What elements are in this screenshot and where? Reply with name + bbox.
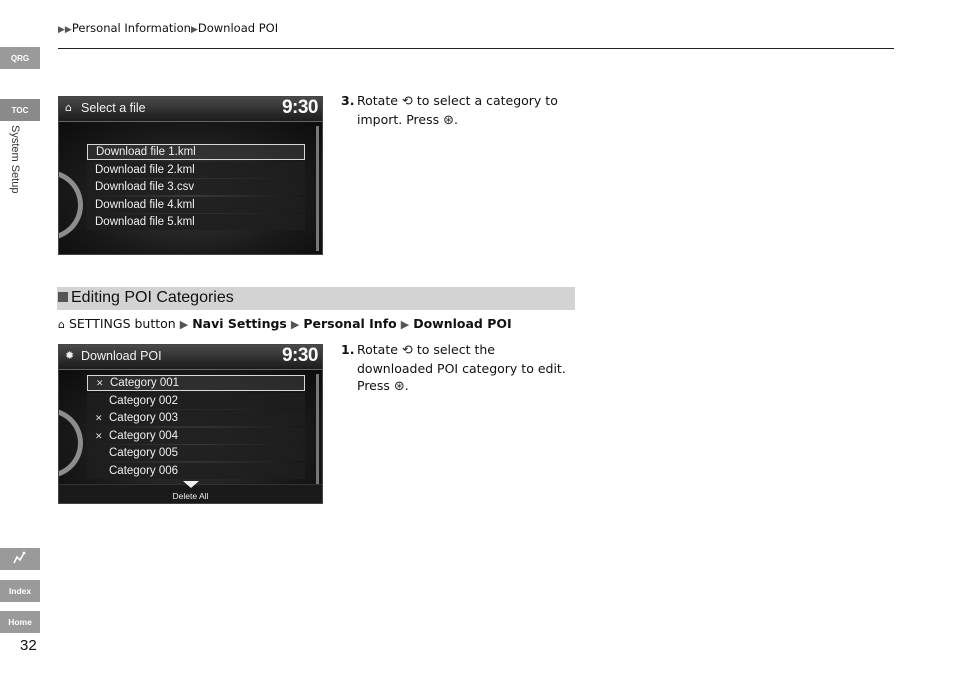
rotary-knob-graphic [59, 408, 83, 478]
screen-title-bar: ⌂ Select a file 9:30 [59, 97, 322, 122]
category-list-item: Category 006 [87, 463, 305, 479]
screen-clock: 9:30 [281, 345, 319, 366]
voice-command-button[interactable] [0, 548, 40, 570]
category-list-item: ✕ Category 004 [87, 428, 305, 444]
file-list-item: Download file 3.csv [87, 179, 305, 195]
step-text: Rotate ⟲ to select a category to import.… [357, 93, 558, 128]
menu-path: ⌂ SETTINGS button ▶ Navi Settings ▶ Personal… [58, 316, 512, 331]
download-poi-screenshot: ✹ Download POI 9:30 ✕ Category 001 Catego… [58, 344, 323, 504]
breadcrumb-item-download-poi[interactable]: Download POI [198, 21, 278, 35]
toc-tab[interactable]: TOC [0, 99, 40, 121]
path-arrow-icon: ▶ [400, 318, 410, 331]
header-divider [58, 48, 894, 49]
breadcrumb-arrow-icon: ▶ [190, 25, 198, 35]
category-list-item: ✕ Category 001 [87, 375, 305, 391]
section-label: System Setup [9, 125, 21, 194]
step-number: 3. [341, 93, 355, 108]
file-list-item: Download file 2.kml [87, 162, 305, 178]
voice-command-icon [12, 551, 28, 567]
screen-title: Download POI [81, 349, 162, 363]
press-knob-icon: ⊛ [393, 379, 405, 394]
check-icon: ✕ [96, 378, 104, 388]
path-arrow-icon: ▶ [290, 318, 300, 331]
press-knob-icon: ⊛ [443, 112, 455, 128]
check-icon: ✕ [95, 413, 103, 423]
select-file-screenshot: ⌂ Select a file 9:30 Download file 1.kml… [58, 96, 323, 255]
settings-button-icon: ⌂ [58, 318, 65, 331]
step-3: 3. Rotate ⟲ to select a category to impo… [341, 92, 581, 132]
screen-title-bar: ✹ Download POI 9:30 [59, 345, 322, 370]
category-list-item: Category 002 [87, 393, 305, 409]
breadcrumb-item-personal-information[interactable]: Personal Information [72, 21, 191, 35]
screen-footer: Delete All [59, 481, 322, 503]
index-tab[interactable]: Index [0, 580, 40, 602]
rotate-knob-icon: ⟲ [401, 94, 413, 109]
section-heading: Editing POI Categories [57, 287, 575, 310]
rotate-knob-icon: ⟲ [401, 343, 413, 358]
breadcrumb: ▶▶Personal Information▶Download POI [58, 21, 278, 35]
step-1: 1. Rotate ⟲ to select the downloaded POI… [341, 341, 581, 397]
scrollbar-edge [316, 126, 319, 251]
qrg-tab[interactable]: QRG [0, 47, 40, 69]
home-icon: ⌂ [65, 101, 72, 114]
path-arrow-icon: ▶ [179, 318, 189, 331]
gear-icon: ✹ [65, 349, 75, 362]
section-marker-icon [58, 292, 68, 302]
home-tab[interactable]: Home [0, 611, 40, 633]
file-list-item: Download file 1.kml [87, 144, 305, 160]
step-number: 1. [341, 342, 355, 357]
check-icon: ✕ [95, 431, 103, 441]
screen-clock: 9:30 [281, 97, 319, 118]
breadcrumb-arrow-icon: ▶▶ [58, 25, 72, 35]
file-list-item: Download file 4.kml [87, 197, 305, 213]
file-list-item: Download file 5.kml [87, 214, 305, 230]
scroll-down-icon [183, 481, 199, 488]
category-list-item: Category 005 [87, 445, 305, 461]
scrollbar-edge [316, 374, 319, 484]
page-number: 32 [20, 637, 37, 654]
rotary-knob-graphic [59, 170, 83, 240]
category-list-item: ✕ Category 003 [87, 410, 305, 426]
step-text: Rotate ⟲ to select the downloaded POI ca… [357, 342, 566, 394]
screen-title: Select a file [81, 101, 146, 115]
